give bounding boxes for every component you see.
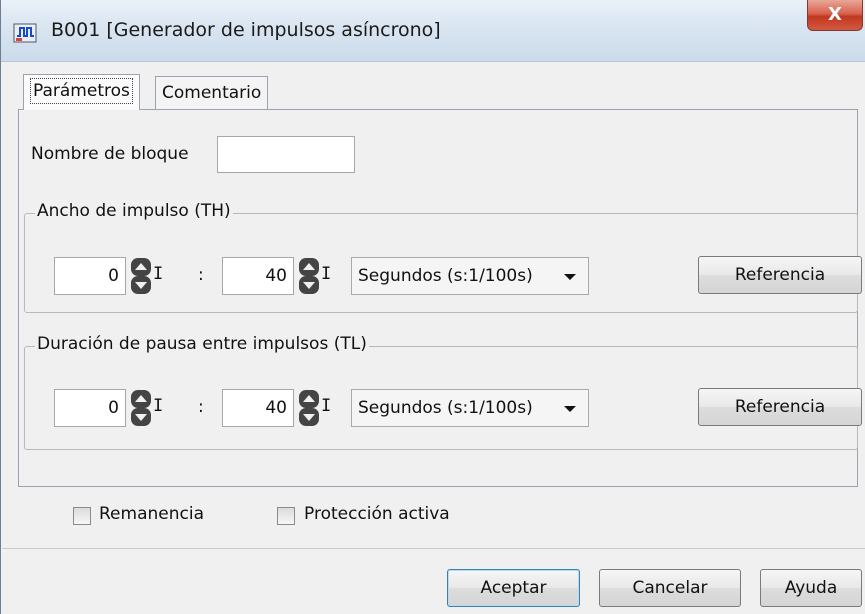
- window-title: B001 [Generador de impulsos asíncrono]: [51, 19, 441, 41]
- th-reference-button[interactable]: Referencia: [698, 256, 862, 294]
- protection-checkbox[interactable]: [277, 507, 295, 525]
- tab-parametros-label: Parámetros: [30, 78, 133, 104]
- spin-down-icon[interactable]: [299, 276, 319, 294]
- help-label: Ayuda: [784, 578, 838, 598]
- title-bar[interactable]: B001 [Generador de impulsos asíncrono] X: [1, 0, 865, 62]
- close-icon: X: [828, 4, 842, 25]
- spin-up-icon[interactable]: [131, 258, 151, 276]
- retentivity-label: Remanencia: [99, 504, 204, 524]
- tl-unit-value: Segundos (s:1/100s): [358, 398, 533, 418]
- dialog-window: B001 [Generador de impulsos asíncrono] X…: [0, 0, 865, 614]
- tl-reference-button[interactable]: Referencia: [698, 388, 862, 426]
- th-reference-label: Referencia: [734, 265, 826, 285]
- tl-unit-select[interactable]: Segundos (s:1/100s): [351, 389, 589, 427]
- th-unit-value: Segundos (s:1/100s): [358, 266, 533, 286]
- cancel-button[interactable]: Cancelar: [599, 569, 741, 607]
- chevron-down-icon: [564, 406, 576, 412]
- protection-label: Protección activa: [304, 504, 450, 524]
- spin-down-icon[interactable]: [299, 408, 319, 426]
- spin-down-icon[interactable]: [131, 276, 151, 294]
- tab-parametros[interactable]: Parámetros: [23, 74, 140, 110]
- tab-comentario-label: Comentario: [162, 83, 262, 103]
- th-value-b-spinner[interactable]: [299, 257, 319, 295]
- th-value-b-input[interactable]: 40: [222, 257, 294, 295]
- app-icon: [13, 23, 37, 43]
- th-separator: :: [198, 265, 204, 285]
- th-value-b-suffix: I: [321, 264, 332, 284]
- tl-value-a-spinner[interactable]: [131, 389, 151, 427]
- block-name-label: Nombre de bloque: [31, 144, 189, 164]
- tl-value-a-input[interactable]: 0: [54, 389, 126, 427]
- tab-comentario[interactable]: Comentario: [155, 76, 269, 110]
- help-button[interactable]: Ayuda: [760, 569, 862, 607]
- spin-up-icon[interactable]: [299, 258, 319, 276]
- th-unit-select[interactable]: Segundos (s:1/100s): [351, 257, 589, 295]
- ok-label: Aceptar: [480, 578, 547, 598]
- spin-up-icon[interactable]: [131, 390, 151, 408]
- th-value-a-input[interactable]: 0: [54, 257, 126, 295]
- tl-legend: Duración de pausa entre impulsos (TL): [35, 334, 369, 354]
- tl-value-a-suffix: I: [153, 396, 164, 416]
- cancel-label: Cancelar: [632, 578, 708, 598]
- spin-down-icon[interactable]: [131, 408, 151, 426]
- retentivity-checkbox[interactable]: [73, 507, 91, 525]
- tl-separator: :: [198, 397, 204, 417]
- chevron-down-icon: [564, 274, 576, 280]
- tl-reference-label: Referencia: [734, 397, 826, 417]
- close-button[interactable]: X: [807, 0, 863, 31]
- tl-value-b-spinner[interactable]: [299, 389, 319, 427]
- spin-up-icon[interactable]: [299, 390, 319, 408]
- ok-button[interactable]: Aceptar: [447, 569, 580, 607]
- th-legend: Ancho de impulso (TH): [35, 201, 233, 221]
- footer-divider: [2, 548, 865, 549]
- tl-value-b-input[interactable]: 40: [222, 389, 294, 427]
- tl-value-b-suffix: I: [321, 396, 332, 416]
- th-value-a-suffix: I: [153, 264, 164, 284]
- th-value-a-spinner[interactable]: [131, 257, 151, 295]
- block-name-input[interactable]: [217, 136, 355, 173]
